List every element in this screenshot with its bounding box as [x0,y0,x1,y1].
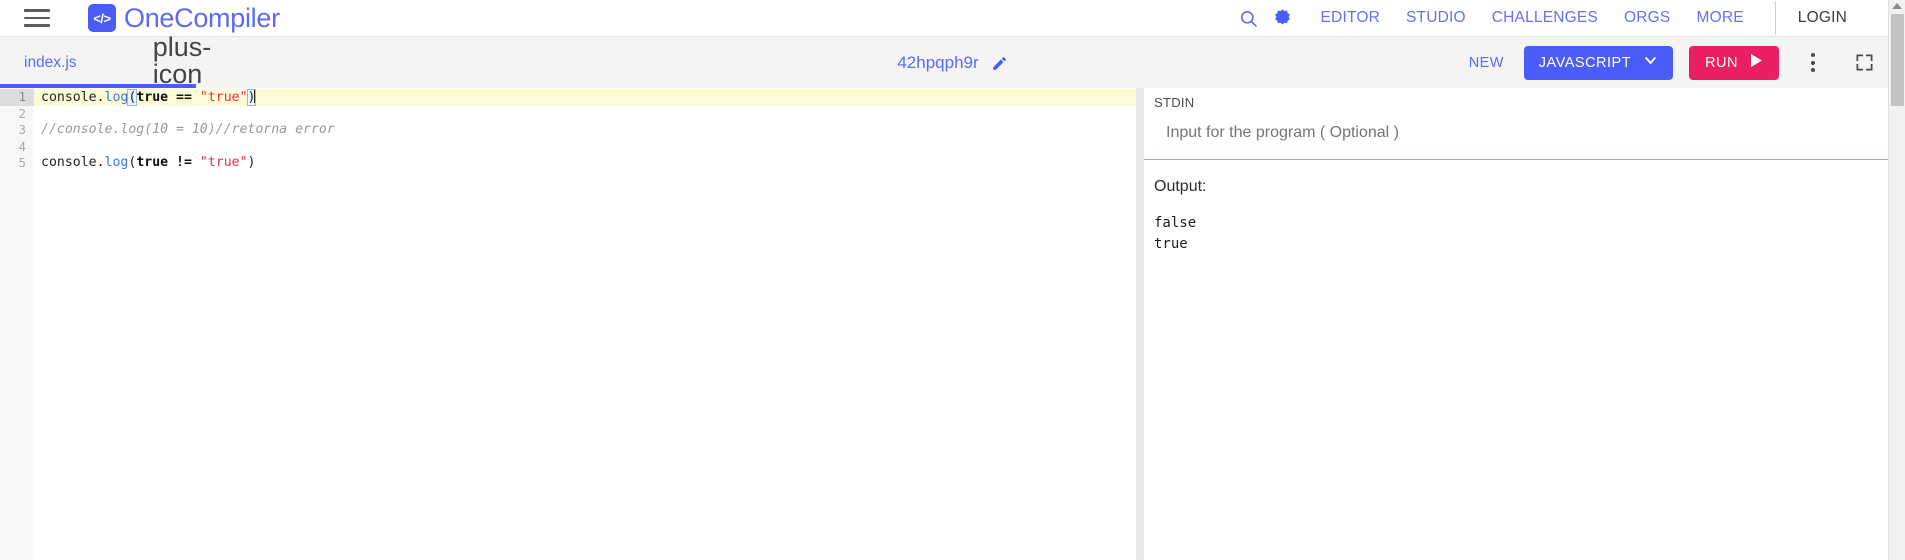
page-scrollbar[interactable] [1888,0,1905,560]
code-token: //console.log(10 = 10)//retorna error [41,122,335,137]
output-content: false true [1154,213,1905,255]
io-pane: STDIN Output: false true [1144,88,1905,560]
output-section: Output: false true [1144,160,1905,560]
main-split: 12345 console.log(true == "true") //cons… [0,88,1905,560]
code-line[interactable]: console.log(true != "true") [34,155,1136,172]
code-token: . [96,155,105,170]
line-number: 3 [18,122,26,137]
code-token: "true" [199,90,248,105]
output-title: Output: [1154,178,1207,195]
code-line[interactable] [34,106,1136,123]
editor-toolbar: index.js plus-icon 42hpqph9r NEW JAVASCR… [0,34,1905,89]
nav-link-orgs[interactable]: ORGS [1611,9,1683,27]
run-label: RUN [1705,54,1738,71]
file-tab-label: index.js [24,53,77,71]
navbar-links: EDITOR STUDIO CHALLENGES ORGS MORE [1308,9,1757,27]
new-button[interactable]: NEW [1449,55,1524,71]
code-line[interactable]: console.log(true == "true") [34,89,1136,106]
brand-name: OneCompiler [124,2,280,33]
navbar-divider [1774,1,1776,35]
play-icon [1749,53,1763,72]
page-scroll-up-arrow-icon[interactable] [1892,3,1902,9]
code-token: true [136,155,169,170]
nav-link-studio[interactable]: STUDIO [1393,9,1479,27]
hamburger-menu-icon[interactable] [24,8,50,28]
language-label: JAVASCRIPT [1538,54,1632,71]
pane-resize-handle[interactable] [1136,88,1144,560]
code-line[interactable]: //console.log(10 = 10)//retorna error [34,122,1136,139]
line-number: 4 [18,138,26,154]
code-token: "true" [199,155,248,170]
pencil-icon[interactable] [991,55,1008,72]
chevron-down-icon [1643,53,1658,72]
nav-link-editor[interactable]: EDITOR [1308,9,1393,27]
code-token: == [176,90,192,105]
code-token: console [41,90,97,105]
dark-mode-toggle-icon[interactable] [1266,1,1300,35]
language-selector[interactable]: JAVASCRIPT [1523,45,1674,80]
code-editor-pane[interactable]: 12345 console.log(true == "true") //cons… [0,88,1136,560]
code-text-area[interactable]: console.log(true == "true") //console.lo… [34,88,1136,560]
add-file-button[interactable]: plus-icon [153,34,212,89]
project-name[interactable]: 42hpqph9r [897,53,978,73]
code-line[interactable] [34,139,1136,156]
line-number: 2 [18,105,26,121]
run-button[interactable]: RUN [1689,45,1779,80]
output-line: false [1154,215,1197,231]
file-tab-index-js[interactable]: index.js [0,37,160,89]
stdin-input[interactable] [1166,124,1836,142]
page-scrollbar-thumb[interactable] [1891,14,1904,106]
nav-link-more[interactable]: MORE [1683,9,1756,27]
line-number: 1 [0,89,34,106]
line-number: 5 [18,155,26,170]
navbar-right-group: EDITOR STUDIO CHALLENGES ORGS MORE LOGIN [1232,0,1905,36]
stdin-label: STDIN [1154,95,1195,110]
fullscreen-button[interactable] [1843,43,1885,83]
code-token: ) [247,155,256,170]
brand-logo-link[interactable]: </> OneCompiler [88,3,280,34]
toolbar-actions: NEW JAVASCRIPT RUN [1449,43,1905,83]
code-token: . [96,90,105,105]
code-token: log [104,155,129,170]
code-token: != [176,155,192,170]
top-navbar: </> OneCompiler EDITOR STUDIO CHALLENGES… [0,0,1905,36]
code-token: true [136,90,169,105]
more-options-button[interactable] [1791,43,1835,83]
code-token: log [104,90,129,105]
code-token: console [41,155,97,170]
nav-link-challenges[interactable]: CHALLENGES [1479,9,1611,27]
search-icon[interactable] [1232,1,1266,35]
text-cursor [254,89,256,103]
stdin-section: STDIN [1144,88,1905,160]
code-brackets-icon: </> [88,4,116,32]
output-line: true [1154,236,1188,252]
line-number-gutter: 12345 [0,88,34,560]
